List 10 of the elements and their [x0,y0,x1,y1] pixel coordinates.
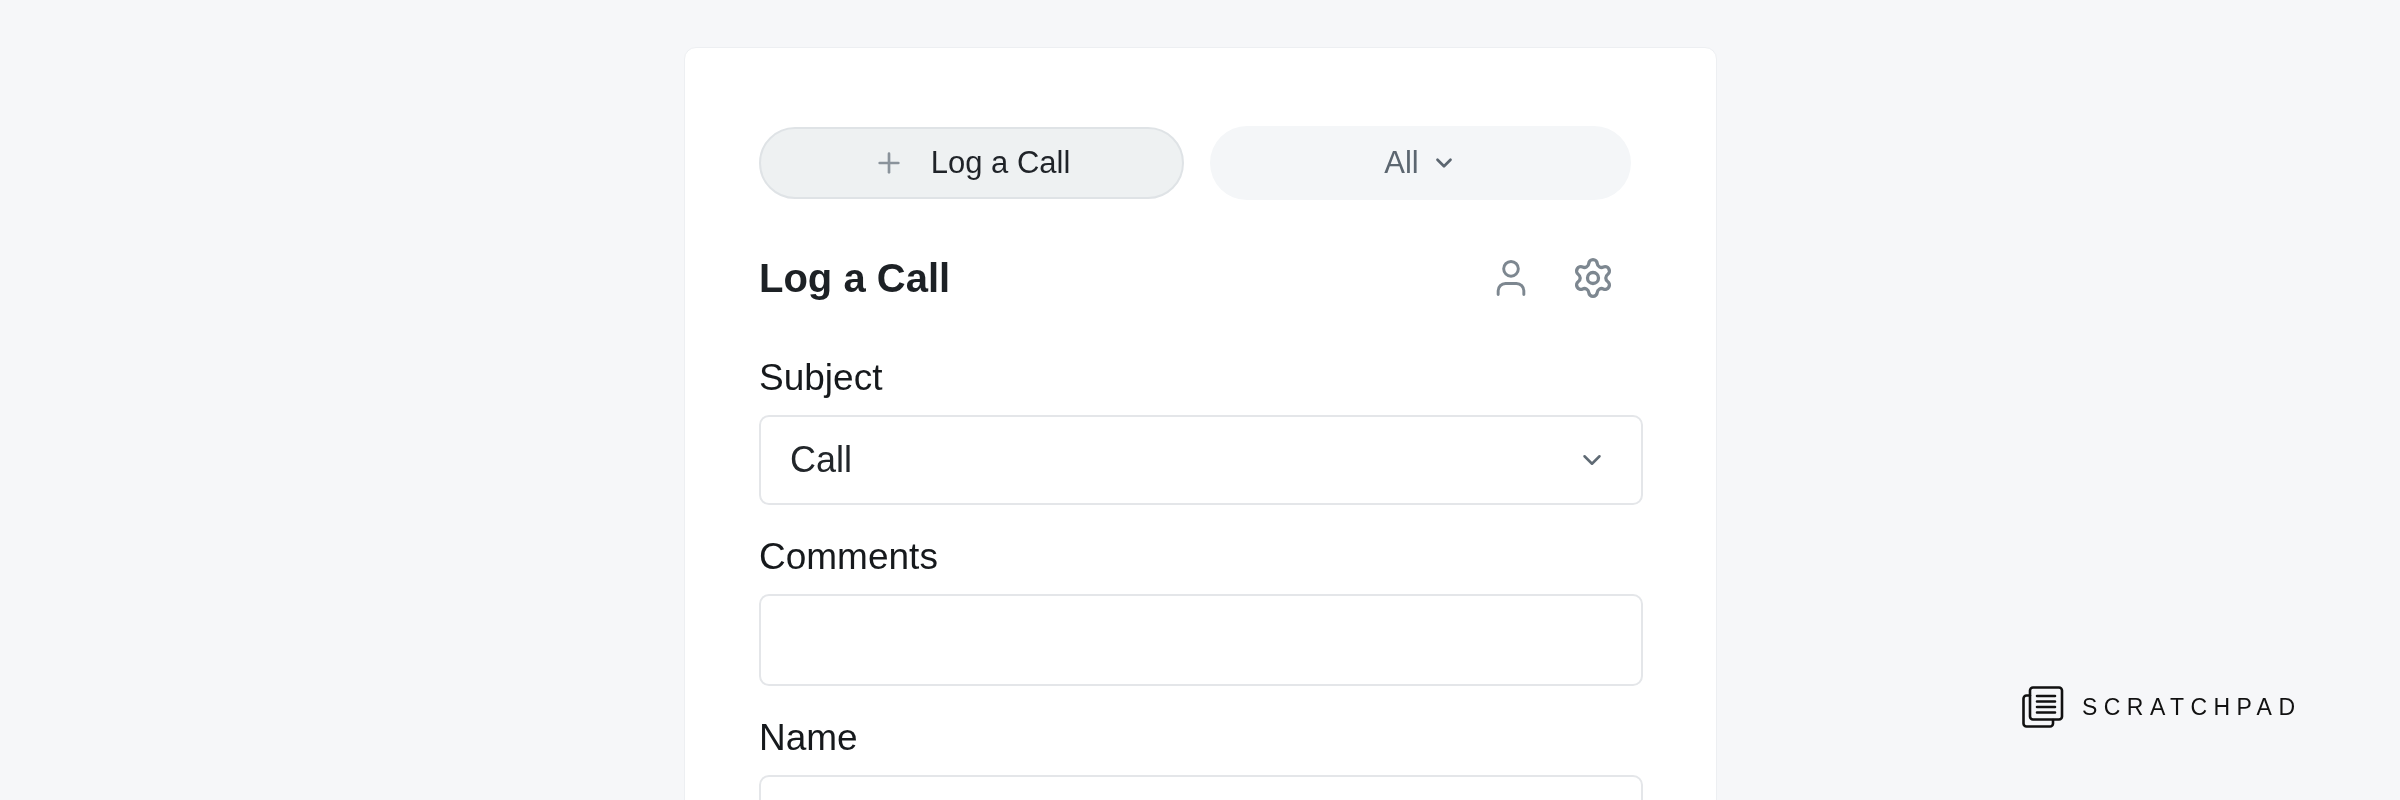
field-label: Name [759,716,859,760]
stacked-pages-icon [2022,686,2064,728]
brand-name: SCRATCHPAD [2082,692,2302,722]
panel-title: Log a Call [759,255,951,302]
filter-dropdown[interactable]: All [1210,126,1631,200]
select-field[interactable]: Call [759,415,1643,505]
field-label: Subject [759,356,884,400]
text-field[interactable] [759,594,1643,686]
log-call-button[interactable]: Log a Call [759,127,1184,199]
field-label: Comments [759,535,939,579]
